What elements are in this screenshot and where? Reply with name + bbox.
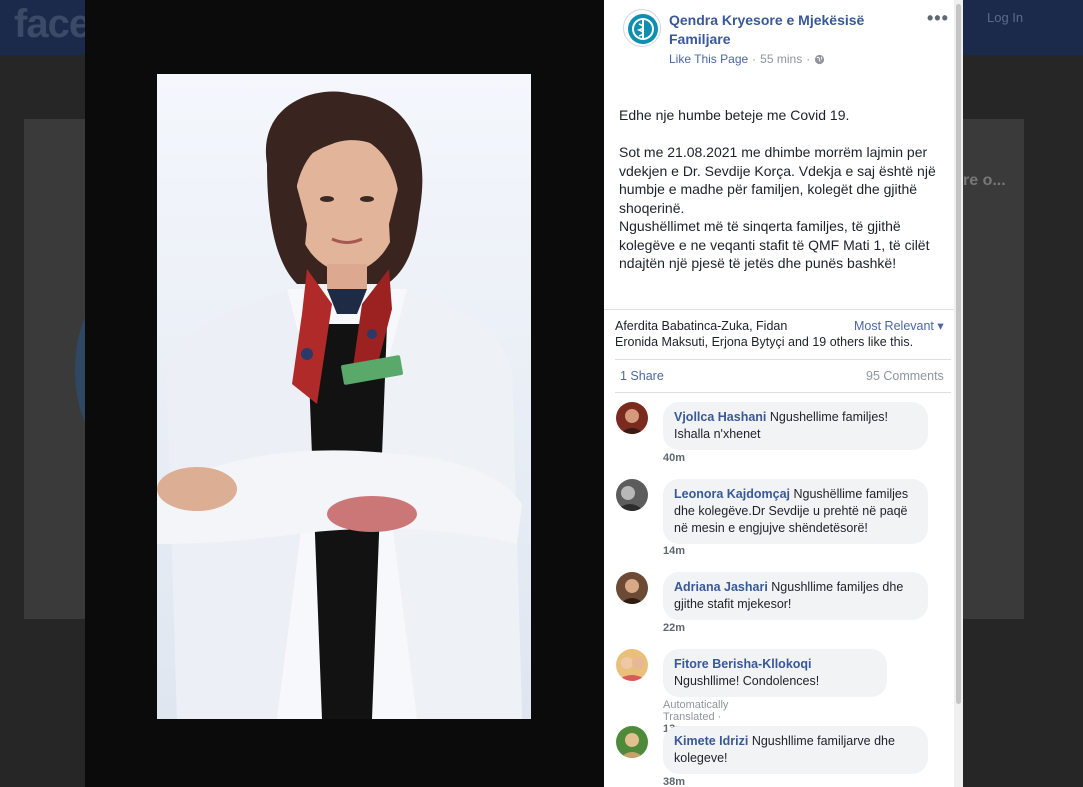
page-avatar[interactable] [623, 9, 661, 47]
more-options-icon[interactable]: ••• [927, 8, 949, 29]
comment-bubble: Kimete Idrizi Ngushllime familjarve dhe … [663, 726, 928, 774]
likers-line-1[interactable]: Aferdita Babatinca-Zuka, Fidan [615, 318, 845, 335]
comment-bubble: Fitore Berisha-Kllokoqi Ngushllime! Cond… [663, 649, 887, 697]
comment-time[interactable]: 38m [663, 776, 685, 787]
comment-time[interactable]: 40m [663, 452, 685, 464]
comments-count-link[interactable]: 95 Comments [866, 369, 944, 383]
comment-time[interactable]: 22m [663, 622, 685, 634]
page-name-link[interactable]: Qendra Kryesore e Mjekësisë Familjare [669, 11, 899, 49]
public-globe-icon [815, 54, 825, 64]
panel-scrollbar[interactable] [954, 0, 963, 787]
meta-separator: · [752, 52, 757, 66]
doctor-portrait-image [157, 74, 531, 719]
share-count-link[interactable]: 1 Share [620, 369, 664, 383]
comment-author[interactable]: Adriana Jashari [674, 580, 768, 594]
comment-author[interactable]: Leonora Kajdomçaj [674, 487, 790, 501]
commenter-avatar[interactable] [616, 402, 648, 434]
likers-line-2[interactable]: Eronida Maksuti, Erjona Bytyçi and 19 ot… [615, 335, 913, 349]
commenter-avatar[interactable] [616, 649, 648, 681]
like-page-link[interactable]: Like This Page [669, 52, 748, 66]
post-photo[interactable] [157, 74, 531, 719]
commenter-avatar[interactable] [616, 572, 648, 604]
background-logo: face [14, 2, 91, 46]
comment-bubble: Leonora Kajdomçaj Ngushëllime familjes d… [663, 479, 928, 544]
background-card-text: re o... [963, 172, 1006, 189]
post-body-text: Edhe nje humbe beteje me Covid 19. Sot m… [619, 107, 936, 271]
comment-author[interactable]: Fitore Berisha-Kllokoqi [674, 657, 812, 671]
divider [615, 392, 951, 393]
divider [604, 309, 963, 310]
scrollbar-thumb[interactable] [956, 4, 961, 704]
background-login-link: Log In [987, 10, 1024, 25]
post-meta: Like This Page · 55 mins · [669, 52, 825, 66]
comment-author[interactable]: Vjollca Hashani [674, 410, 766, 424]
post-side-panel: Qendra Kryesore e Mjekësisë Familjare Li… [604, 0, 963, 787]
comment-bubble: Vjollca Hashani Ngushellime familjes! Is… [663, 402, 928, 450]
most-relevant-dropdown[interactable]: Most Relevant ▾ [854, 318, 944, 333]
comment-bubble: Adriana Jashari Ngushllime familjes dhe … [663, 572, 928, 620]
commenter-avatar[interactable] [616, 726, 648, 758]
medical-logo-icon [628, 14, 658, 44]
post-time[interactable]: 55 mins [760, 52, 802, 66]
meta-separator-2: · [806, 52, 811, 66]
comment-time[interactable]: 14m [663, 545, 685, 557]
commenter-avatar[interactable] [616, 479, 648, 511]
comment-author[interactable]: Kimete Idrizi [674, 734, 748, 748]
meta-separator: · [717, 711, 722, 723]
comment-text: Ngushllime! Condolences! [674, 674, 820, 688]
divider [615, 359, 951, 360]
